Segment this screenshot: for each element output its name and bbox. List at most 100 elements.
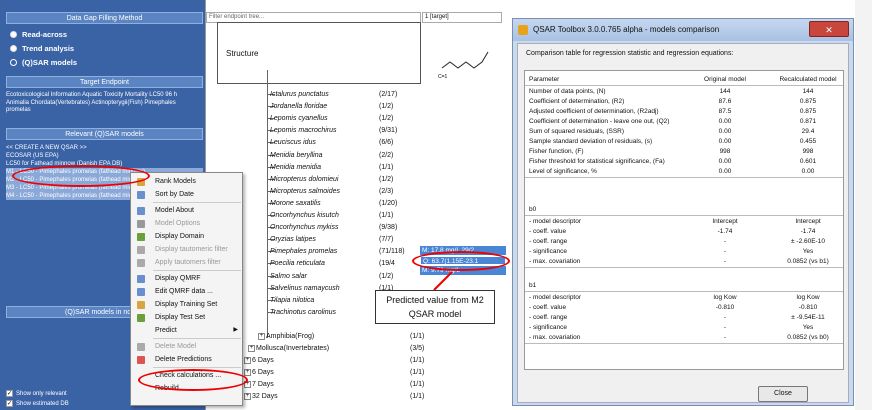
- species-count: (9/38): [379, 224, 398, 232]
- menu-item-predict[interactable]: Predict ▶: [131, 324, 243, 337]
- show-only-relevant-checkbox[interactable]: ✓ Show only relevant: [6, 390, 67, 397]
- menu-item-sort-by-date[interactable]: Sort by Date: [131, 188, 243, 201]
- show-estimated-db-checkbox[interactable]: ✓ Show estimated DB: [6, 400, 69, 407]
- menu-item-display-test-set[interactable]: Display Test Set: [131, 311, 243, 324]
- menu-item-delete-model[interactable]: Delete Model: [131, 340, 243, 353]
- target-column-header[interactable]: 1 [target]: [422, 12, 502, 23]
- table-cell: Coefficient of determination, (R2): [529, 98, 625, 105]
- table-divider: [525, 215, 843, 216]
- species-row[interactable]: Menidia menidia (1/1): [270, 162, 393, 173]
- menu-item-model-about[interactable]: Model About: [131, 204, 243, 217]
- table-row: - significance - Yes: [525, 323, 843, 333]
- species-name: Oryzias latipes: [270, 236, 316, 244]
- table-cell: -: [723, 258, 727, 265]
- tree-node-days[interactable]: +6 Days (1/1): [244, 367, 424, 378]
- radio-icon[interactable]: [10, 45, 17, 52]
- structure-label: Structure: [217, 22, 421, 84]
- edit-icon: [137, 288, 145, 296]
- table-cell: - coeff. range: [529, 314, 568, 321]
- table-row: - coeff. range - ± -9.54E-11: [525, 313, 843, 323]
- tree-node-mollusca[interactable]: + Mollusca(Invertebrates) (3/5): [248, 343, 424, 354]
- expand-icon[interactable]: +: [244, 356, 251, 364]
- menu-item-delete-predictions[interactable]: Delete Predictions: [131, 353, 243, 366]
- checkbox-checked-icon[interactable]: ✓: [6, 390, 13, 397]
- expand-icon[interactable]: +: [258, 332, 265, 340]
- b0-label: b0: [529, 206, 537, 213]
- table-divider: [525, 177, 843, 178]
- menu-item-model-options[interactable]: Model Options: [131, 217, 243, 230]
- table-cell: 87.5: [718, 108, 732, 115]
- table-cell: - model descriptor: [529, 294, 582, 301]
- sort-icon: [137, 191, 145, 199]
- menu-item-display-tautomeric-filter[interactable]: Display tautomeric filter: [131, 243, 243, 256]
- method-read-across[interactable]: Read-across: [10, 30, 67, 39]
- table-row: Fisher function, (F) 998 998: [525, 147, 843, 157]
- species-count: (1/2): [379, 272, 394, 280]
- close-button[interactable]: Close: [758, 386, 808, 402]
- table-cell: 0.00: [801, 168, 815, 175]
- model-list-item[interactable]: << CREATE A NEW QSAR >>: [6, 144, 203, 152]
- species-name: Salmo salar: [270, 272, 307, 280]
- species-row[interactable]: Oncorhynchus mykiss (9/38): [270, 222, 397, 233]
- expand-icon[interactable]: +: [248, 344, 255, 352]
- species-row[interactable]: Pimephales promelas (71/118): [270, 246, 405, 257]
- table-divider: [525, 291, 843, 292]
- dialog-title: QSAR Toolbox 3.0.0.765 alpha - models co…: [513, 19, 853, 41]
- species-row[interactable]: Micropterus salmoides (2/3): [270, 186, 393, 197]
- table-cell: 29.4: [801, 128, 815, 135]
- table-row: Coefficient of determination - leave one…: [525, 117, 843, 127]
- radio-icon[interactable]: [10, 31, 17, 38]
- table-cell: -: [723, 314, 727, 321]
- species-row[interactable]: Salvelinus namaycush (1/1): [270, 283, 393, 294]
- tree-node-days[interactable]: +32 Days (1/1): [244, 391, 424, 402]
- tree-node-days[interactable]: +6 Days (1/1): [244, 355, 424, 366]
- menu-item-display-qmrf[interactable]: Display QMRF: [131, 272, 243, 285]
- species-row[interactable]: Jordanella floridae (1/2): [270, 101, 393, 112]
- species-row[interactable]: Oncorhynchus kisutch (1/1): [270, 210, 393, 221]
- species-row[interactable]: Poecilia reticulata (19/4: [270, 258, 395, 269]
- species-row[interactable]: Lepomis cyanellus (1/2): [270, 113, 393, 124]
- model-list-item[interactable]: ECOSAR (US EPA): [6, 152, 203, 160]
- table-cell: 0.0852 (vs b1): [787, 258, 829, 265]
- species-count: (9/31): [379, 127, 398, 135]
- species-row[interactable]: Menidia beryllina (2/2): [270, 150, 393, 161]
- tree-node-amphibia[interactable]: + Amphibia(Frog) (1/1): [258, 331, 424, 342]
- species-row[interactable]: Micropterus dolomieui (1/2): [270, 174, 393, 185]
- menu-item-display-domain[interactable]: Display Domain: [131, 230, 243, 243]
- species-name: Morone saxatilis: [270, 199, 321, 207]
- domain-icon: [137, 233, 145, 241]
- table-cell: -: [723, 248, 727, 255]
- table-row: - significance - Yes: [525, 247, 843, 257]
- table-cell: - model descriptor: [529, 218, 582, 225]
- species-row[interactable]: Morone saxatilis (1/20): [270, 198, 397, 209]
- table-row: - max. covariation - 0.0852 (vs b1): [525, 257, 843, 267]
- species-row[interactable]: Salmo salar (1/2): [270, 271, 393, 282]
- species-row[interactable]: Tilapia nilotica(1/1): [270, 295, 393, 306]
- method-trend-analysis[interactable]: Trend analysis: [10, 44, 74, 53]
- table-cell: 144: [802, 88, 814, 95]
- table-cell: 0.875: [799, 108, 817, 115]
- dialog-close-icon[interactable]: ✕: [809, 21, 849, 37]
- table-cell: 998: [802, 148, 814, 155]
- menu-item-display-training-set[interactable]: Display Training Set: [131, 298, 243, 311]
- species-name: Leuciscus idus: [270, 139, 316, 147]
- species-row[interactable]: Leuciscus idus (6/6): [270, 137, 393, 148]
- species-count: (1/20): [379, 199, 398, 207]
- checkbox-checked-icon[interactable]: ✓: [6, 400, 13, 407]
- table-cell: Intercept: [795, 218, 821, 225]
- table-cell: Coefficient of determination - leave one…: [529, 118, 670, 125]
- dialog-body: Comparison table for regression statisti…: [517, 43, 849, 403]
- species-row[interactable]: Lepomis macrochirus (9/31): [270, 125, 397, 136]
- species-row[interactable]: Ictalurus punctatus (2/17): [270, 89, 397, 100]
- species-row[interactable]: Trachinotus carolinus(1/1): [270, 307, 393, 318]
- species-count: (2/17): [379, 91, 398, 98]
- method-qsar-models[interactable]: (Q)SAR models: [10, 58, 77, 67]
- menu-item-edit-qmrf-data[interactable]: Edit QMRF data ...: [131, 285, 243, 298]
- species-row[interactable]: Oryzias latipes (7/7): [270, 234, 393, 245]
- expand-icon[interactable]: +: [244, 368, 251, 376]
- radio-selected-icon[interactable]: [10, 59, 17, 66]
- tree-node-days[interactable]: +7 Days (1/1): [244, 379, 424, 390]
- menu-item-apply-tautomers-filter[interactable]: Apply tautomers filter: [131, 256, 243, 269]
- expand-icon[interactable]: +: [244, 392, 251, 400]
- table-cell: 0.601: [799, 158, 817, 165]
